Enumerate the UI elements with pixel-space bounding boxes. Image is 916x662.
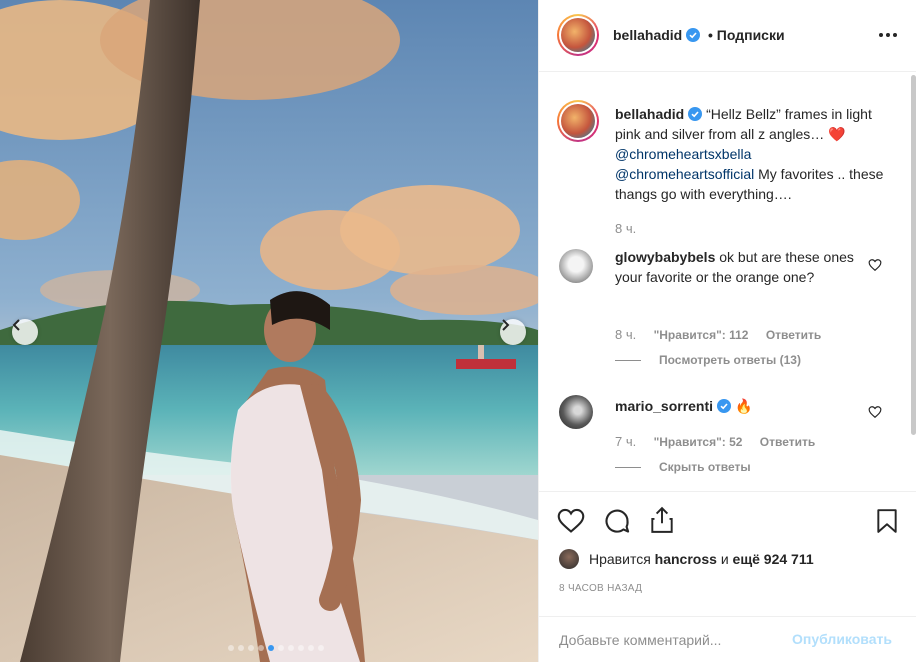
comment-input[interactable]: [559, 629, 779, 651]
carousel-dot: [258, 645, 264, 651]
post-actions: Нравится hancross и ещё 924 711 8 ЧАСОВ …: [539, 491, 916, 621]
publish-button[interactable]: Опубликовать: [792, 631, 892, 647]
reply-button[interactable]: Ответить: [760, 435, 815, 449]
comment-username[interactable]: mario_sorrenti: [615, 398, 713, 414]
post-photo: [0, 0, 538, 662]
beach-photo-illustration: [0, 0, 538, 662]
save-bookmark-icon[interactable]: [876, 508, 898, 534]
post-caption: bellahadid “Hellz Bellz” frames in light…: [615, 104, 885, 204]
heart-emoji: ❤️: [828, 126, 846, 142]
comment-timestamp[interactable]: 7 ч.: [615, 434, 636, 449]
carousel-dot: [298, 645, 304, 651]
reply-button[interactable]: Ответить: [766, 328, 821, 342]
comments-area[interactable]: bellahadid “Hellz Bellz” frames in light…: [539, 73, 916, 491]
like-heart-icon[interactable]: [557, 508, 585, 534]
caption-username[interactable]: bellahadid: [615, 106, 684, 122]
add-comment-form: Опубликовать: [539, 616, 916, 662]
liker-username[interactable]: hancross: [655, 551, 717, 567]
commenter-avatar[interactable]: [559, 249, 593, 283]
comment-like-heart-icon[interactable]: [868, 258, 882, 272]
liker-avatar[interactable]: [559, 549, 579, 569]
comments-scrollbar[interactable]: [911, 75, 916, 490]
comment-meta: 7 ч. "Нравится": 52 Ответить: [615, 434, 829, 449]
caption-timestamp[interactable]: 8 ч.: [615, 221, 636, 236]
verified-badge-icon: [688, 107, 703, 121]
likes-summary[interactable]: Нравится hancross и ещё 924 711: [559, 549, 814, 569]
carousel-dot: [238, 645, 244, 651]
header-username[interactable]: bellahadid: [613, 27, 701, 43]
avatar[interactable]: [557, 14, 599, 56]
comment-text: glowybabybels ok but are these ones your…: [615, 249, 854, 285]
comment-timestamp[interactable]: 8 ч.: [615, 327, 636, 342]
post-timestamp[interactable]: 8 ЧАСОВ НАЗАД: [559, 583, 642, 594]
comment-icon[interactable]: [603, 507, 631, 535]
chevron-left-icon: [12, 319, 20, 331]
carousel-dot: [308, 645, 314, 651]
verified-badge-icon: [717, 399, 732, 413]
carousel-dot: [248, 645, 254, 651]
comment-like-heart-icon[interactable]: [868, 405, 882, 419]
post-header: bellahadid • Подписки: [539, 0, 916, 72]
comment-username[interactable]: glowybabybels: [615, 249, 715, 265]
comment-likes[interactable]: "Нравится": 52: [654, 435, 743, 449]
carousel-indicator: [228, 645, 324, 651]
carousel-dot: [268, 645, 274, 651]
carousel-next-button[interactable]: [500, 319, 526, 345]
post-sidebar: bellahadid • Подписки bellahadid “Hellz …: [538, 0, 916, 662]
comment-likes[interactable]: "Нравится": 112: [654, 328, 749, 342]
chevron-right-icon: [502, 319, 510, 331]
likes-count[interactable]: ещё 924 711: [733, 551, 814, 567]
mention-link[interactable]: @chromeheartsofficial: [615, 166, 754, 182]
hide-replies-button[interactable]: Скрыть ответы: [615, 460, 751, 474]
mention-link[interactable]: @chromeheartsxbella: [615, 146, 751, 162]
comment-meta: 8 ч. "Нравится": 112 Ответить: [615, 327, 835, 342]
carousel-dot: [228, 645, 234, 651]
view-replies-button[interactable]: Посмотреть ответы (13): [615, 353, 801, 367]
carousel-prev-button[interactable]: [12, 319, 38, 345]
share-icon[interactable]: [649, 506, 675, 534]
caption-avatar[interactable]: [557, 100, 599, 142]
carousel-dot: [318, 645, 324, 651]
carousel-dot: [288, 645, 294, 651]
comment-text: mario_sorrenti 🔥: [615, 398, 753, 414]
more-options-icon[interactable]: [877, 26, 899, 44]
following-button[interactable]: • Подписки: [708, 27, 785, 43]
carousel-dot: [278, 645, 284, 651]
commenter-avatar[interactable]: [559, 395, 593, 429]
verified-badge-icon: [686, 28, 701, 42]
